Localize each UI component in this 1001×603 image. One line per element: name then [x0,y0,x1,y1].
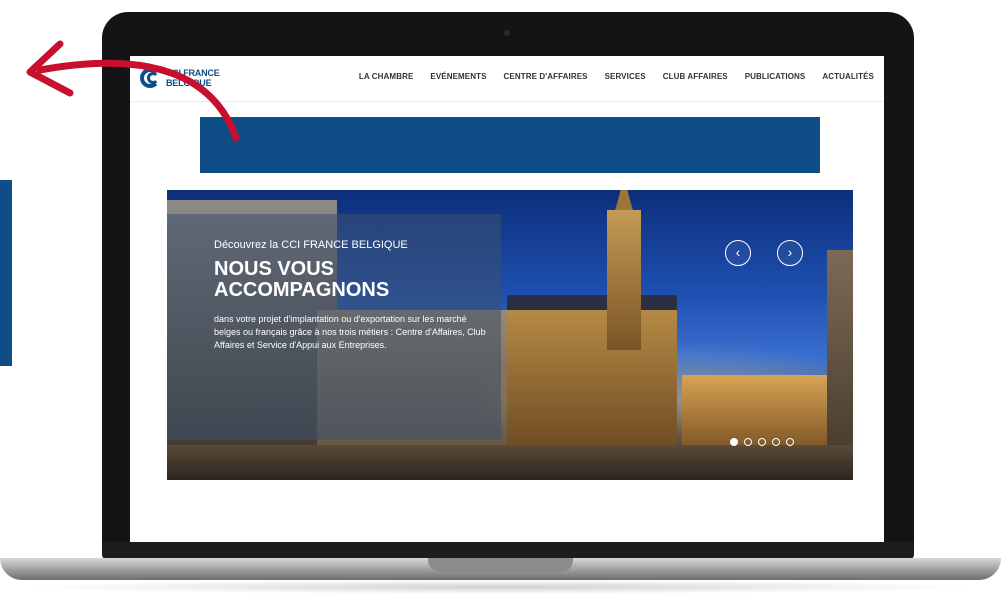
site-header: CCI FRANCE BELGIQUE LA CHAMBRE EVÉNEMENT… [130,56,884,102]
hero-body: dans votre projet d'implantation ou d'ex… [214,314,486,350]
slider-dot-4[interactable] [772,438,780,446]
logo-text: CCI FRANCE BELGIQUE [166,68,220,88]
slider-dot-2[interactable] [744,438,752,446]
stage: CCI FRANCE BELGIQUE LA CHAMBRE EVÉNEMENT… [0,0,1001,603]
hero-slider: Découvrez la CCI FRANCE BELGIQUE NOUS VO… [167,190,853,480]
site-logo[interactable]: CCI FRANCE BELGIQUE [140,65,220,91]
slider-dot-1[interactable] [730,438,738,446]
logo-line2: BELGIQUE [166,78,212,88]
laptop-base [0,558,1001,580]
chevron-left-icon: ‹ [735,244,741,260]
camera-icon [504,30,510,36]
slider-prev-button[interactable]: ‹ [725,240,751,266]
chevron-right-icon: › [787,244,793,260]
main-nav: LA CHAMBRE EVÉNEMENTS CENTRE D'AFFAIRES … [359,72,874,81]
nav-item-evenements[interactable]: EVÉNEMENTS [430,72,486,81]
laptop-lid: CCI FRANCE BELGIQUE LA CHAMBRE EVÉNEMENT… [102,12,914,560]
nav-item-club-affaires[interactable]: CLUB AFFAIRES [663,72,728,81]
nav-item-la-chambre[interactable]: LA CHAMBRE [359,72,413,81]
slider-next-button[interactable]: › [777,240,803,266]
hero-headline: NOUS VOUS ACCOMPAGNONS [214,258,390,301]
hero-text-overlay: Découvrez la CCI FRANCE BELGIQUE NOUS VO… [167,214,501,440]
slider-dot-3[interactable] [758,438,766,446]
hero-photo-square [167,445,853,480]
nav-item-services[interactable]: SERVICES [605,72,646,81]
side-accent-strip [0,180,12,366]
hero-kicker: Découvrez la CCI FRANCE BELGIQUE [214,239,408,251]
hero-photo-town-hall [507,310,677,450]
nav-item-actualites[interactable]: ACTUALITÉS [822,72,874,81]
blue-banner[interactable] [200,117,820,173]
nav-item-publications[interactable]: PUBLICATIONS [745,72,806,81]
logo-line1: CCI FRANCE [166,68,220,78]
logo-mark-icon [140,66,164,90]
slider-dots [730,438,794,446]
slider-dot-5[interactable] [786,438,794,446]
nav-item-centre-affaires[interactable]: CENTRE D'AFFAIRES [504,72,588,81]
hero-photo-tower [607,210,641,350]
laptop-base-notch [428,558,573,572]
laptop-screen: CCI FRANCE BELGIQUE LA CHAMBRE EVÉNEMENT… [130,56,884,542]
